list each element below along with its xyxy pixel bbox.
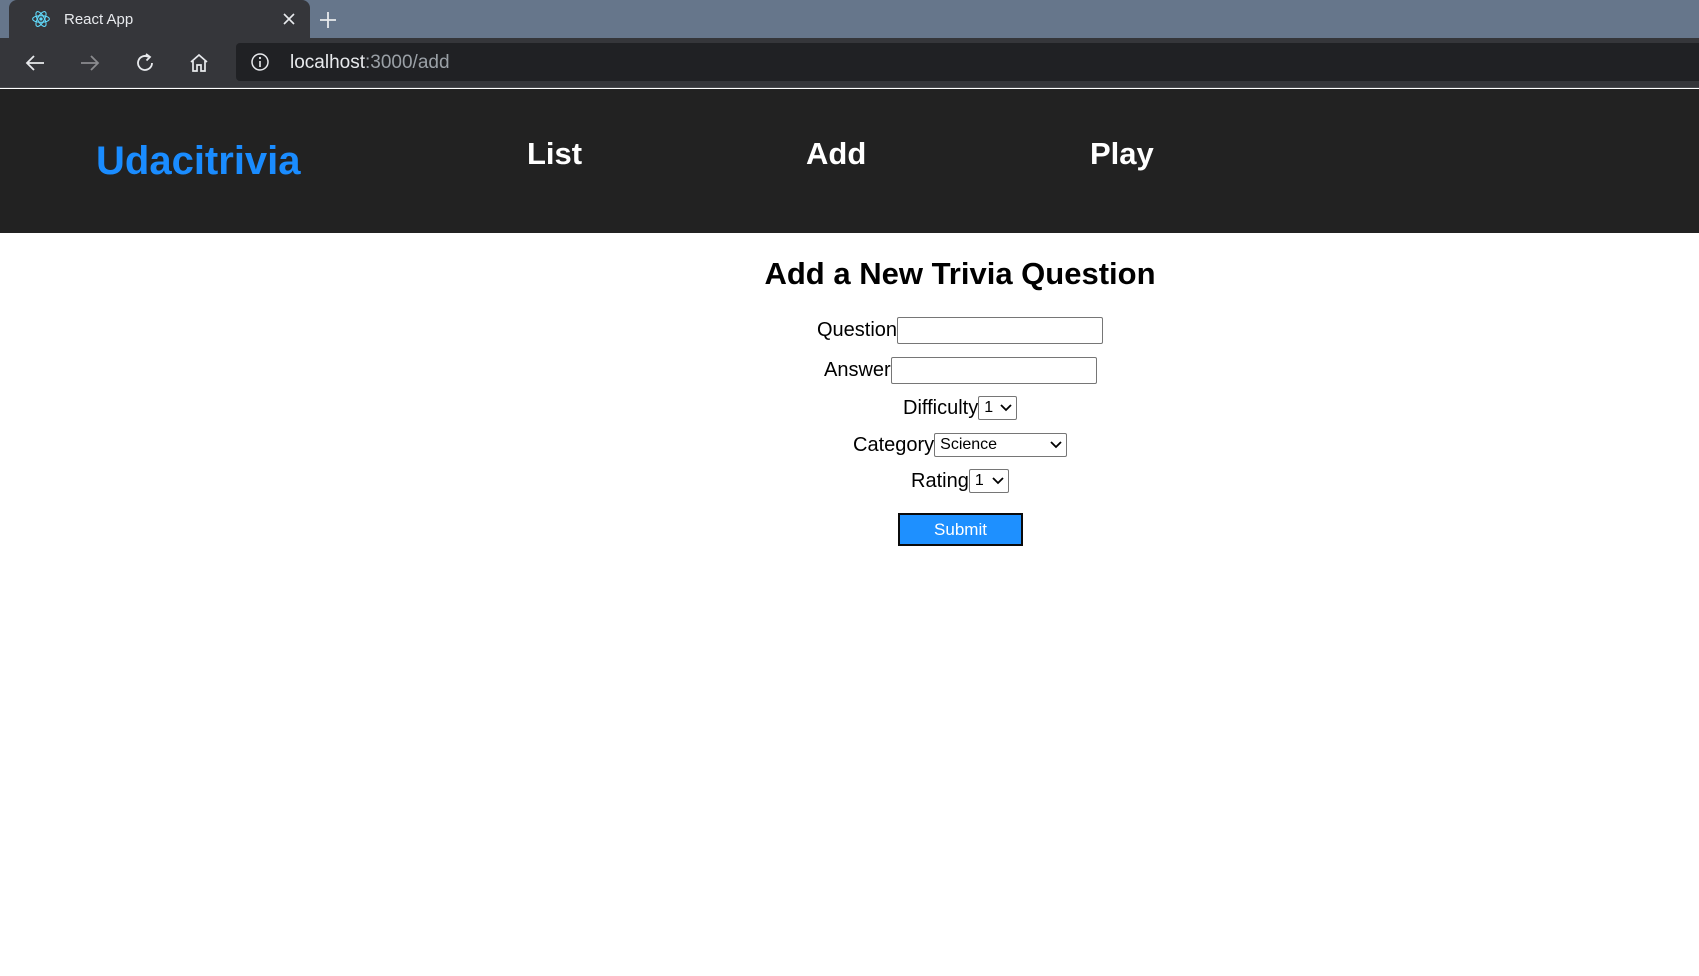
category-label: Category [853,433,935,456]
close-icon[interactable] [280,10,298,28]
question-input[interactable] [897,316,1104,344]
page-title: Add a New Trivia Question [764,256,1156,291]
category-select[interactable]: Science [934,433,1068,457]
browser-toolbar: localhost:3000/add [0,38,1699,88]
browser-tabstrip: React App [0,0,1699,38]
back-arrow-icon[interactable] [19,47,51,79]
nav-play[interactable]: Play [1090,136,1154,172]
nav-add[interactable]: Add [806,136,866,172]
browser-tab[interactable]: React App [9,0,310,38]
plus-icon[interactable] [316,8,340,32]
question-label: Question [817,318,898,341]
submit-button[interactable]: Submit [898,513,1023,546]
app-header: Udacitrivia List Add Play [0,89,1699,233]
reload-icon[interactable] [129,47,161,79]
rating-row: Rating 1 [911,467,1009,495]
answer-row: Answer [824,356,1097,384]
category-row: Category Science [853,431,1068,459]
nav-list[interactable]: List [527,136,582,172]
brand-logo-text[interactable]: Udacitrivia [96,139,301,184]
chevron-down-icon [1000,404,1012,412]
rating-label: Rating [911,469,969,492]
url-host: localhost [290,52,365,73]
chevron-down-icon [1050,441,1062,449]
forward-arrow-icon[interactable] [74,47,106,79]
info-icon[interactable] [250,52,270,72]
difficulty-label: Difficulty [903,396,979,419]
category-selected: Science [940,436,998,453]
answer-label: Answer [824,358,891,381]
rating-selected: 1 [974,472,984,489]
tab-title: React App [64,11,134,28]
question-row: Question [817,316,1104,344]
chevron-down-icon [992,477,1004,485]
address-bar[interactable]: localhost:3000/add [236,43,1699,81]
url-path: :3000/add [365,52,450,73]
react-logo-icon [32,11,50,27]
rating-select[interactable]: 1 [968,469,1009,493]
difficulty-row: Difficulty 1 [903,394,1018,422]
difficulty-selected: 1 [984,399,994,416]
difficulty-select[interactable]: 1 [978,396,1018,420]
answer-input[interactable] [890,356,1097,384]
home-icon[interactable] [183,47,215,79]
url-text: localhost:3000/add [290,52,450,74]
